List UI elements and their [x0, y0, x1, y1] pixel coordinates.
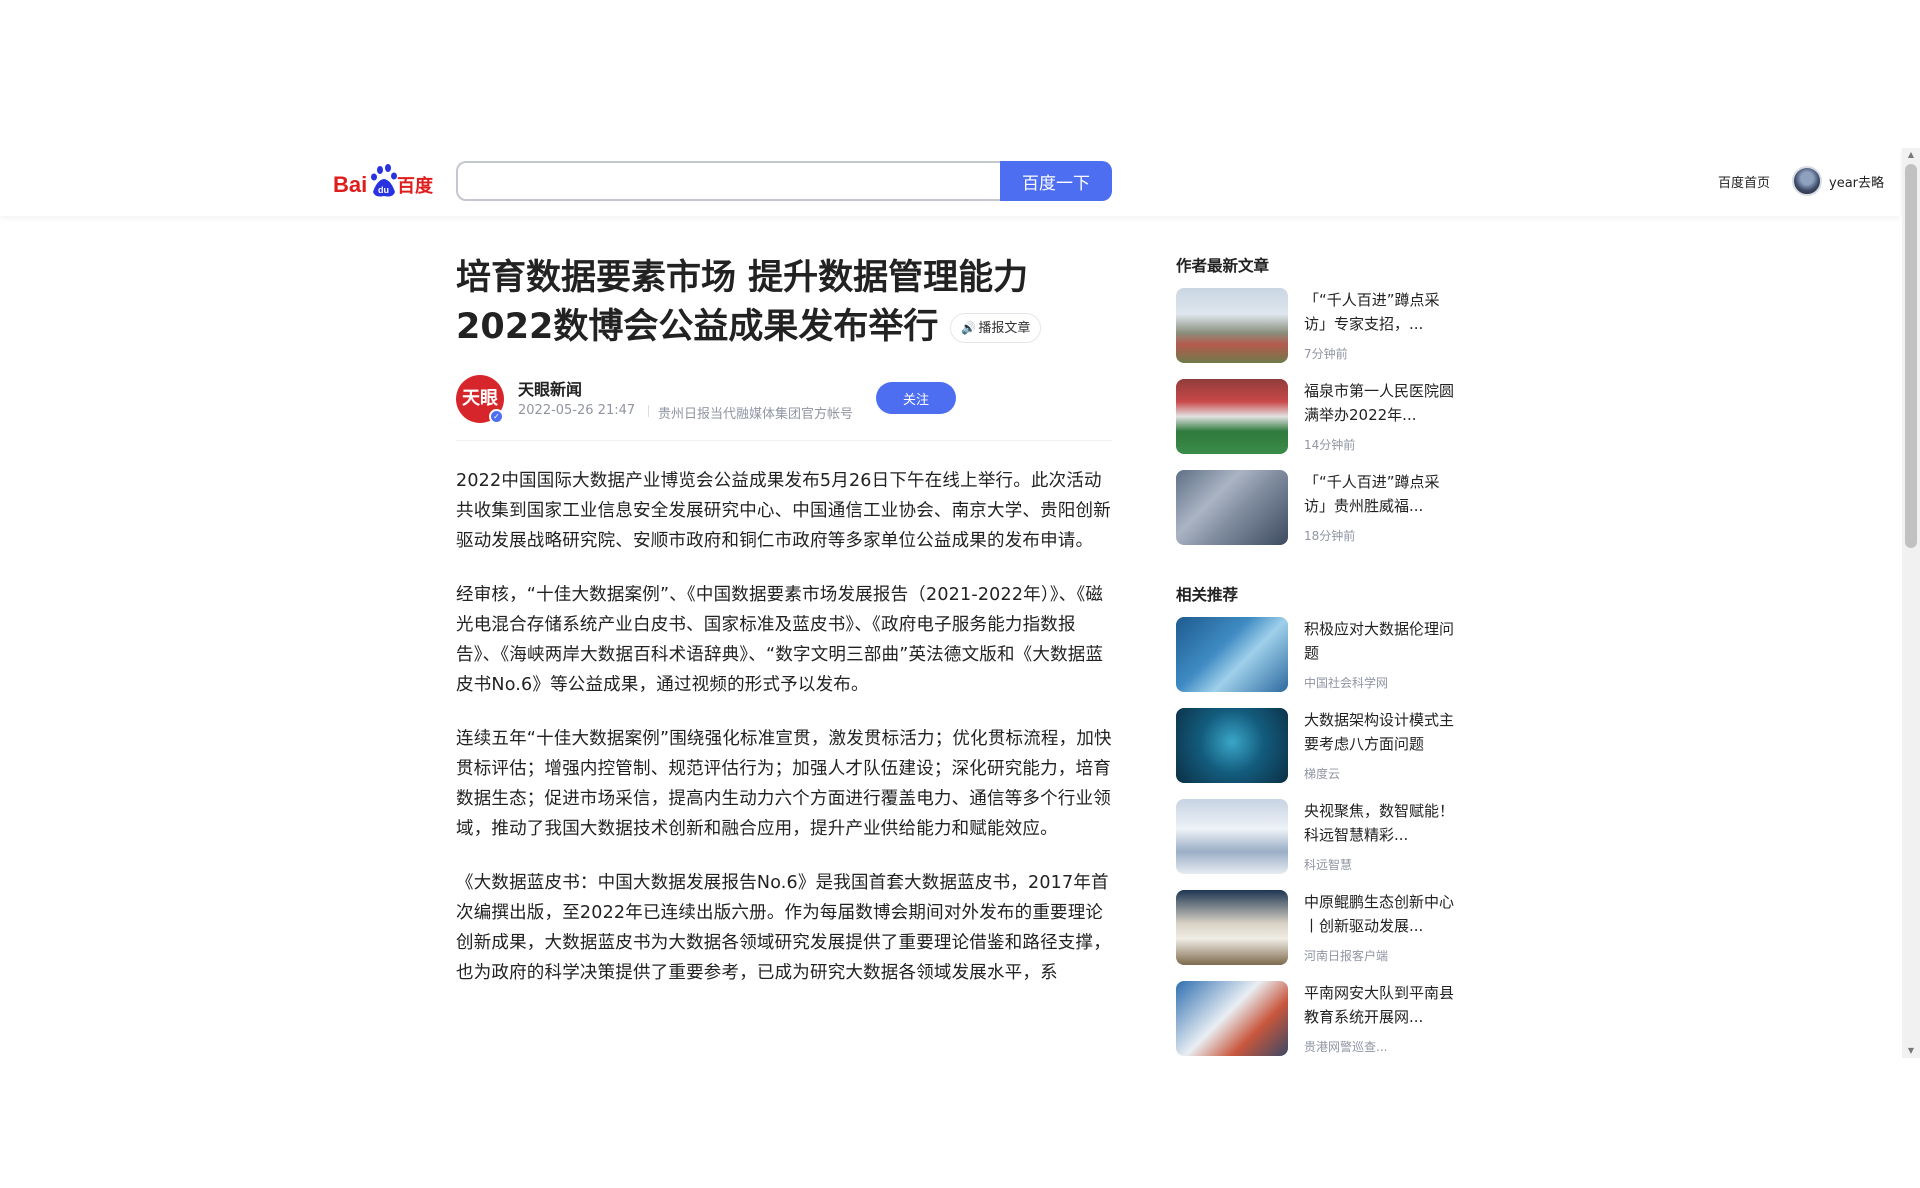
article-thumbnail[interactable]	[1176, 288, 1288, 363]
username-link[interactable]: year去略	[1829, 172, 1884, 191]
article-title: 培育数据要素市场 提升数据管理能力 2022数博会公益成果发布举行 🔊 播报文章	[456, 254, 1076, 352]
sidebar: 作者最新文章 「“千人百进”蹲点采访」专家支招，... 7分钟前 福泉市第一人民…	[1176, 254, 1456, 1058]
card-title[interactable]: 福泉市第一人民医院圆满举办2022年...	[1304, 379, 1456, 427]
card-title[interactable]: 「“千人百进”蹲点采访」专家支招，...	[1304, 288, 1456, 336]
card-title[interactable]: 「“千人百进”蹲点采访」贵州胜威福...	[1304, 470, 1456, 518]
page-scrollbar[interactable]: ▲ ▼	[1902, 148, 1920, 1058]
card-title[interactable]: 大数据架构设计模式主要考虑八方面问题	[1304, 708, 1456, 756]
related-article-card[interactable]: 平南网安大队到平南县教育系统开展网... 贵港网警巡查...	[1176, 981, 1456, 1058]
article-paragraph: 连续五年“十佳大数据案例”围绕强化标准宣贯，激发贯标活力；优化贯标流程，加快贯标…	[456, 729, 1112, 839]
card-source: 梯度云	[1304, 767, 1341, 781]
baidu-logo[interactable]: Bai du 百度	[333, 162, 437, 200]
latest-article-card[interactable]: 「“千人百进”蹲点采访」贵州胜威福... 18分钟前	[1176, 470, 1456, 561]
article-thumbnail[interactable]	[1176, 708, 1288, 783]
card-title[interactable]: 中原鲲鹏生态创新中心丨创新驱动发展...	[1304, 890, 1456, 938]
related-article-card[interactable]: 央视聚焦，数智赋能！科远智慧精彩... 科远智慧	[1176, 799, 1456, 890]
author-name[interactable]: 天眼新闻	[518, 376, 582, 400]
top-header: Bai du 百度 百度一下 百度首页 year去略	[0, 148, 1900, 216]
article-thumbnail[interactable]	[1176, 981, 1288, 1056]
card-time: 7分钟前	[1304, 347, 1348, 361]
verified-icon: ✓	[489, 409, 504, 424]
article-title-line-2: 2022数博会公益成果发布举行 🔊 播报文章	[456, 303, 1076, 352]
scroll-down-arrow-icon[interactable]: ▼	[1902, 1044, 1920, 1058]
svg-text:du: du	[378, 185, 389, 195]
card-source: 贵港网警巡查...	[1304, 1040, 1388, 1054]
scroll-thumb[interactable]	[1905, 164, 1917, 548]
follow-button[interactable]: 关注	[876, 382, 956, 414]
meta-divider	[648, 405, 649, 417]
article-thumbnail[interactable]	[1176, 379, 1288, 454]
card-title[interactable]: 积极应对大数据伦理问题	[1304, 617, 1456, 665]
baidu-home-link[interactable]: 百度首页	[1718, 172, 1770, 191]
article-thumbnail[interactable]	[1176, 890, 1288, 965]
article-paragraph: 经审核，“十佳大数据案例”、《中国数据要素市场发展报告（2021-2022年）》…	[456, 585, 1104, 695]
card-source: 河南日报客户端	[1304, 949, 1389, 963]
search-button[interactable]: 百度一下	[1000, 161, 1112, 201]
article-paragraph: 2022中国国际大数据产业博览会公益成果发布5月26日下午在线上举行。此次活动共…	[456, 471, 1111, 551]
card-title[interactable]: 平南网安大队到平南县教育系统开展网...	[1304, 981, 1456, 1029]
author-source-tag: 贵州日报当代融媒体集团官方帐号	[658, 407, 854, 422]
latest-article-card[interactable]: 福泉市第一人民医院圆满举办2022年... 14分钟前	[1176, 379, 1456, 470]
card-source: 科远智慧	[1304, 858, 1353, 872]
card-time: 14分钟前	[1304, 438, 1356, 452]
scroll-up-arrow-icon[interactable]: ▲	[1902, 148, 1920, 162]
latest-articles-heading: 作者最新文章	[1176, 257, 1270, 275]
article-body: 2022中国国际大数据产业博览会公益成果发布5月26日下午在线上举行。此次活动共…	[456, 466, 1112, 1012]
speaker-icon: 🔊	[961, 321, 977, 335]
speak-article-label: 播报文章	[978, 321, 1031, 336]
speak-article-button[interactable]: 🔊 播报文章	[950, 313, 1042, 343]
publish-time: 2022-05-26 21:47	[518, 403, 636, 418]
svg-text:百度: 百度	[397, 175, 434, 197]
browser-viewport: Bai du 百度 百度一下 百度首页 year去略 培育数据要素市场 提升数据…	[0, 148, 1920, 1058]
article-thumbnail[interactable]	[1176, 470, 1288, 545]
latest-article-card[interactable]: 「“千人百进”蹲点采访」专家支招，... 7分钟前	[1176, 288, 1456, 379]
card-source: 中国社会科学网	[1304, 676, 1389, 690]
article-thumbnail[interactable]	[1176, 799, 1288, 874]
search-input[interactable]	[456, 161, 1002, 201]
article-paragraph: 《大数据蓝皮书：中国大数据发展报告No.6》是我国首套大数据蓝皮书，2017年首…	[456, 873, 1111, 983]
related-heading: 相关推荐	[1176, 586, 1239, 604]
related-article-card[interactable]: 大数据架构设计模式主要考虑八方面问题 梯度云	[1176, 708, 1456, 799]
svg-text:Bai: Bai	[333, 172, 367, 197]
related-article-card[interactable]: 中原鲲鹏生态创新中心丨创新驱动发展... 河南日报客户端	[1176, 890, 1456, 981]
article-thumbnail[interactable]	[1176, 617, 1288, 692]
related-article-card[interactable]: 积极应对大数据伦理问题 中国社会科学网	[1176, 617, 1456, 708]
user-avatar[interactable]	[1792, 166, 1822, 196]
card-title[interactable]: 央视聚焦，数智赋能！科远智慧精彩...	[1304, 799, 1456, 847]
article-title-line-2-text: 2022数博会公益成果发布举行	[456, 307, 939, 347]
card-time: 18分钟前	[1304, 529, 1356, 543]
article-divider	[456, 440, 1112, 441]
article-title-line-1: 培育数据要素市场 提升数据管理能力	[456, 258, 1029, 298]
